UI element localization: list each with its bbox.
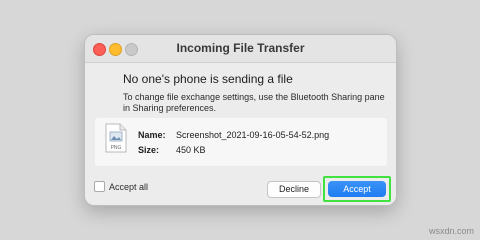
window-title: Incoming File Transfer (176, 41, 305, 55)
accept-all-option[interactable]: Accept all (94, 181, 148, 192)
accept-all-checkbox[interactable] (94, 181, 105, 192)
decline-button[interactable]: Decline (267, 181, 321, 198)
png-file-icon: PNG (105, 123, 127, 153)
file-size-value: 450 KB (176, 145, 206, 155)
file-name-value: Screenshot_2021-09-16-05-54-52.png (176, 130, 330, 140)
accept-button[interactable]: Accept (328, 181, 386, 197)
incoming-file-transfer-dialog: Incoming File Transfer No one's phone is… (84, 34, 397, 206)
status-heading: No one's phone is sending a file (123, 72, 293, 86)
file-type-label: PNG (111, 145, 122, 151)
accept-all-label: Accept all (109, 182, 149, 192)
titlebar: Incoming File Transfer (85, 35, 396, 63)
status-description: To change file exchange settings, use th… (123, 92, 385, 113)
file-size-label: Size: (138, 145, 160, 155)
accept-button-highlight: Accept (323, 176, 391, 202)
watermark: wsxdn.com (428, 226, 474, 236)
file-info-panel: PNG Name: Screenshot_2021-09-16-05-54-52… (95, 118, 387, 166)
file-name-label: Name: (138, 130, 166, 140)
